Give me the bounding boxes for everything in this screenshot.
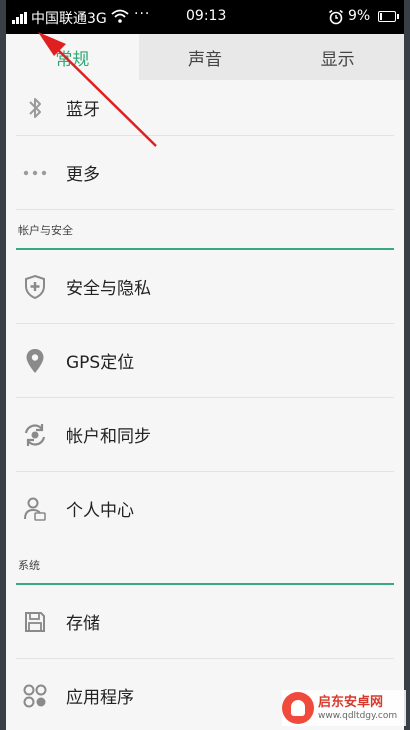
- user-icon: [20, 494, 50, 524]
- tab-display[interactable]: 显示: [271, 34, 404, 80]
- apps-icon: [20, 681, 50, 711]
- settings-list: 蓝牙 更多 帐户与安全 安全与隐私 GPS定位 帐户和同步 个人中心 系统 存储…: [6, 80, 404, 730]
- list-item-security-privacy[interactable]: 安全与隐私: [16, 250, 394, 324]
- carrier-name: 中国联通3G: [31, 11, 107, 27]
- list-item-storage[interactable]: 存储: [16, 585, 394, 659]
- watermark-title: 启东安卓网: [318, 694, 384, 710]
- list-item-label: 安全与隐私: [66, 279, 151, 299]
- settings-tabs: 常规 声音 显示: [6, 34, 404, 80]
- list-item-label: 帐户和同步: [66, 427, 151, 447]
- status-time: 09:13: [186, 8, 227, 24]
- section-header-account: 帐户与安全: [16, 210, 394, 250]
- section-title: 系统: [18, 559, 40, 572]
- wifi-icon: [111, 9, 129, 23]
- list-item-label: 存储: [66, 614, 100, 634]
- battery-percent: 9%: [348, 8, 371, 24]
- watermark-logo-icon: [282, 692, 314, 724]
- section-title: 帐户与安全: [18, 224, 73, 237]
- status-bar: 中国联通3G ··· 09:13 9%: [6, 0, 404, 34]
- list-item-more[interactable]: 更多: [16, 136, 394, 210]
- watermark-url: www.qdltdgy.com: [318, 710, 398, 721]
- more-dots-icon: [20, 158, 50, 188]
- sync-icon: [20, 420, 50, 450]
- phone-screen: 中国联通3G ··· 09:13 9% 常规 声音 显示 蓝牙 更多 帐户与安全…: [6, 0, 404, 730]
- list-item-label: GPS定位: [66, 353, 135, 373]
- location-pin-icon: [20, 346, 50, 376]
- shield-icon: [20, 272, 50, 302]
- signal-icon: [12, 12, 30, 24]
- tab-general[interactable]: 常规: [6, 34, 139, 80]
- section-header-system: 系统: [16, 545, 394, 585]
- list-item-label: 个人中心: [66, 501, 134, 521]
- list-item-personal-center[interactable]: 个人中心: [16, 472, 394, 545]
- list-item-bluetooth[interactable]: 蓝牙: [16, 80, 394, 136]
- tab-sound[interactable]: 声音: [138, 34, 272, 80]
- bluetooth-icon: [20, 93, 50, 123]
- storage-icon: [20, 607, 50, 637]
- list-item-label: 蓝牙: [66, 100, 100, 120]
- notification-overflow: ···: [134, 6, 151, 22]
- list-item-gps[interactable]: GPS定位: [16, 324, 394, 398]
- watermark: 启东安卓网 www.qdltdgy.com: [282, 690, 406, 726]
- list-item-label: 应用程序: [66, 688, 134, 708]
- alarm-icon: [329, 9, 343, 25]
- battery-icon: [378, 11, 399, 22]
- list-item-account-sync[interactable]: 帐户和同步: [16, 398, 394, 472]
- list-item-label: 更多: [66, 165, 100, 185]
